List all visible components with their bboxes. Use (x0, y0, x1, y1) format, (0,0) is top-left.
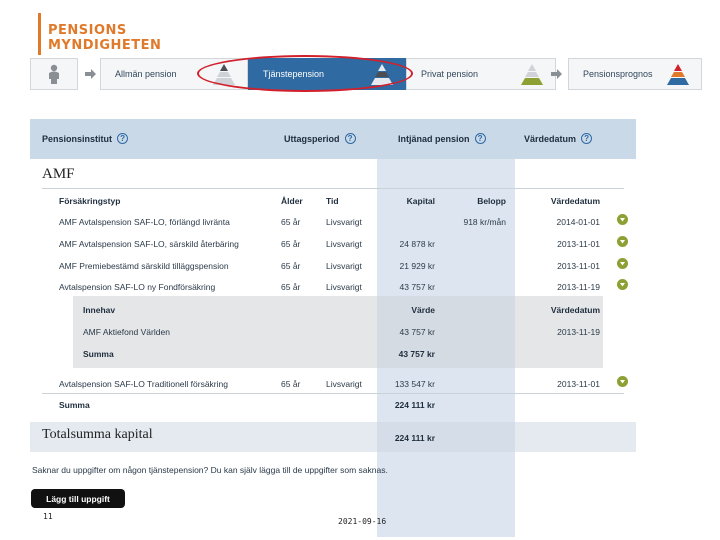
total-value: 224 111 kr (394, 433, 435, 443)
header-period: Uttagsperiod ? (284, 133, 356, 144)
divider (42, 393, 624, 394)
row-2-type: AMF Avtalspension SAF-LO, särskild återb… (59, 239, 239, 249)
step-person[interactable] (30, 58, 78, 90)
row-5-time: Livsvarigt (326, 379, 362, 389)
missing-info-text: Saknar du uppgifter om någon tjänstepens… (32, 465, 388, 475)
total-label: Totalsumma kapital (42, 427, 153, 442)
row-5-type: Avtalspension SAF-LO Traditionell försäk… (59, 379, 228, 389)
holdings-value-header: Värde (411, 305, 435, 315)
header-valuedate: Värdedatum ? (524, 133, 593, 144)
pyramid-icon (213, 64, 235, 85)
row-3-capital: 21 929 kr (399, 261, 435, 271)
expand-icon[interactable] (617, 258, 628, 269)
row-2-capital: 24 878 kr (399, 239, 435, 249)
row-2-age: 65 år (281, 239, 301, 249)
expand-icon[interactable] (617, 214, 628, 225)
row-3-age: 65 år (281, 261, 301, 271)
header-earned-label: Intjänad pension (398, 133, 470, 144)
row-3-date: 2013-11-01 (557, 261, 600, 271)
person-icon (49, 64, 59, 84)
help-icon[interactable]: ? (474, 133, 486, 144)
row-4-age: 65 år (281, 282, 301, 292)
holdings-item-name: AMF Aktiefond Världen (83, 327, 170, 337)
holdings-header: Innehav (83, 305, 116, 315)
expand-icon[interactable] (617, 376, 628, 387)
step-prognos-label: Pensionsprognos (583, 69, 653, 79)
arrow-right-icon (85, 69, 96, 79)
step-privat-label: Privat pension (421, 69, 479, 79)
help-icon[interactable]: ? (581, 133, 593, 144)
row-1-type: AMF Avtalspension SAF-LO, förlängd livrä… (59, 217, 230, 227)
header-institute-label: Pensionsinstitut (42, 133, 113, 144)
help-icon[interactable]: ? (117, 133, 129, 144)
logo-text: PENSIONS MYNDIGHETEN (48, 23, 161, 53)
row-1-date: 2014-01-01 (556, 217, 600, 227)
holdings-item-value: 43 757 kr (399, 327, 435, 337)
col-type: Försäkringstyp (59, 196, 121, 206)
col-valuedate: Värdedatum (550, 196, 600, 206)
row-4-time: Livsvarigt (326, 282, 362, 292)
holdings-sum-value: 43 757 kr (398, 349, 435, 359)
row-3-time: Livsvarigt (326, 261, 362, 271)
holdings-box: Innehav Värde Värdedatum AMF Aktiefond V… (73, 296, 603, 368)
holdings-date-header: Värdedatum (550, 305, 600, 315)
holdings-sum-label: Summa (83, 349, 114, 359)
page-number: 11 (43, 512, 53, 521)
row-2-date: 2013-11-01 (557, 239, 600, 249)
col-amount: Belopp (477, 196, 506, 206)
logo-bar (38, 13, 41, 55)
col-time: Tid (326, 196, 339, 206)
row-5-date: 2013-11-01 (557, 379, 600, 389)
footer-date: 2021-09-16 (338, 517, 387, 526)
arrow-right-icon (551, 69, 562, 79)
divider (42, 188, 624, 189)
pyramid-icon (521, 64, 543, 85)
pyramid-icon (667, 64, 689, 85)
sum-label: Summa (59, 400, 90, 410)
header-earned: Intjänad pension ? (398, 133, 486, 144)
row-5-capital: 133 547 kr (394, 379, 435, 389)
header-period-label: Uttagsperiod (284, 133, 340, 144)
row-2-time: Livsvarigt (326, 239, 362, 249)
step-tjanste-label: Tjänstepension (263, 69, 325, 79)
sum-value: 224 111 kr (394, 400, 435, 410)
logo-line-1: PENSIONS (48, 23, 127, 38)
step-allman-label: Allmän pension (115, 69, 177, 79)
holdings-item-date: 2013-11-19 (557, 327, 600, 337)
row-1-time: Livsvarigt (326, 217, 362, 227)
expand-icon[interactable] (617, 279, 628, 290)
header-institute: Pensionsinstitut ? (42, 133, 129, 144)
col-capital: Kapital (406, 196, 435, 206)
expand-icon[interactable] (617, 236, 628, 247)
pyramid-icon (371, 64, 393, 85)
header-valuedate-label: Värdedatum (524, 133, 577, 144)
row-4-capital: 43 757 kr (399, 282, 435, 292)
row-3-type: AMF Premiebestämd särskild tilläggspensi… (59, 261, 229, 271)
row-4-date: 2013-11-19 (557, 282, 600, 292)
row-1-age: 65 år (281, 217, 301, 227)
step-privat-pension[interactable]: Privat pension (406, 58, 556, 90)
step-allman-pension[interactable]: Allmän pension (100, 58, 248, 90)
institute-name: AMF (42, 166, 75, 182)
logo-line-2: MYNDIGHETEN (48, 38, 162, 53)
help-icon[interactable]: ? (344, 133, 356, 144)
row-5-age: 65 år (281, 379, 301, 389)
add-info-button[interactable]: Lägg till uppgift (31, 489, 125, 508)
row-4-type: Avtalspension SAF-LO ny Fondförsäkring (59, 282, 216, 292)
step-pensionsprognos[interactable]: Pensionsprognos (568, 58, 702, 90)
row-1-amount: 918 kr/mån (463, 217, 506, 227)
step-tjanstepension[interactable]: Tjänstepension (248, 58, 406, 90)
pension-step-nav: Allmän pension Tjänstepension Privat pen… (30, 58, 702, 90)
col-age: Ålder (281, 196, 303, 206)
